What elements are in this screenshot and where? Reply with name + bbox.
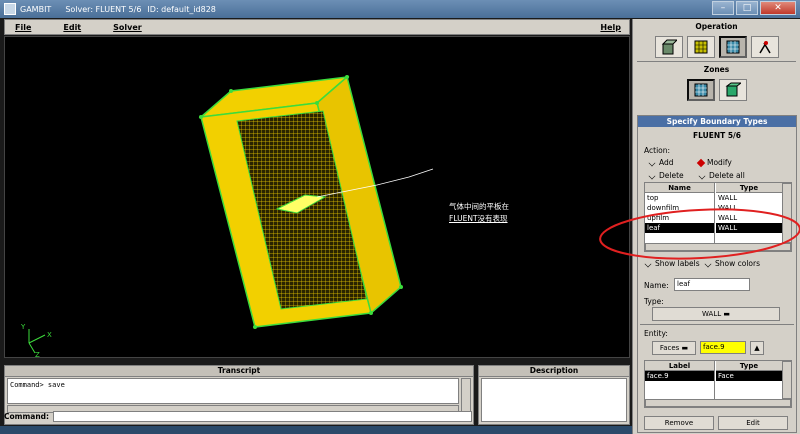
col-entity-type-header: Type xyxy=(716,361,782,371)
description-panel: Description xyxy=(478,365,630,425)
menu-help[interactable]: Help xyxy=(600,23,621,32)
delete-all-label: Delete all xyxy=(709,171,745,180)
table-row-name-selected[interactable]: leaf xyxy=(645,223,714,233)
axis-x-label: X xyxy=(47,331,52,339)
modify-radio[interactable]: Modify xyxy=(696,158,732,167)
edit-button[interactable]: Edit xyxy=(718,416,788,430)
entity-value: Faces xyxy=(659,344,680,352)
continuum-types-icon[interactable] xyxy=(718,79,747,101)
table-row-type[interactable]: WALL xyxy=(716,203,782,213)
menu-solver[interactable]: Solver xyxy=(113,23,142,32)
check-icon xyxy=(648,159,656,166)
type-label: Type: xyxy=(644,297,664,306)
specify-boundary-header: Specify Boundary Types xyxy=(638,116,796,127)
zones-title: Zones xyxy=(703,65,730,74)
axis-triad xyxy=(28,329,46,354)
gambit-logo-icon xyxy=(4,3,16,15)
annotation-text: 气体中间的平板在 FLUENT没有表现 xyxy=(449,201,509,225)
selected-diamond-icon xyxy=(696,158,706,167)
delete-radio[interactable]: Delete xyxy=(648,171,684,180)
close-button[interactable]: ✕ xyxy=(760,1,796,15)
dropdown-icon: ▬ xyxy=(681,344,689,352)
transcript-text: Command> save xyxy=(7,378,459,404)
geometry-icon[interactable] xyxy=(654,36,683,58)
solver-label: Solver: FLUENT 5/6 xyxy=(65,4,142,14)
show-labels-label: Show labels xyxy=(655,259,700,268)
entity-label: Entity: xyxy=(644,329,668,338)
maximize-button[interactable]: □ xyxy=(736,1,758,15)
annotation-line-1: 气体中间的平板在 xyxy=(449,202,509,211)
pick-up-arrow-icon[interactable]: ▲ xyxy=(750,341,764,355)
show-colors-label: Show colors xyxy=(715,259,760,268)
remove-button[interactable]: Remove xyxy=(644,416,714,430)
menu-bar: File Edit Solver Help xyxy=(4,19,630,35)
action-label: Action: xyxy=(644,146,671,155)
table-row-name[interactable]: top xyxy=(645,193,714,203)
entity-vscroll[interactable] xyxy=(782,361,792,399)
operation-title: Operation xyxy=(695,22,738,31)
control-panel: Operation Zones Specify Boundary Types F… xyxy=(632,19,800,434)
check-icon xyxy=(698,172,706,179)
dropdown-icon: ▬ xyxy=(723,310,730,318)
axis-y-label: Y xyxy=(20,323,26,331)
table-row-type-selected[interactable]: WALL xyxy=(716,223,782,233)
col-label-header: Label xyxy=(645,361,714,371)
table-hscroll[interactable] xyxy=(645,243,791,251)
modify-label: Modify xyxy=(707,158,732,167)
show-labels-check[interactable]: Show labels xyxy=(644,259,700,268)
zones-toolbar xyxy=(633,79,800,101)
entity-row-type[interactable]: Face xyxy=(716,371,782,381)
type-value: WALL xyxy=(702,310,722,318)
table-row-type[interactable]: WALL xyxy=(716,193,782,203)
entity-pick-field[interactable]: face.9 xyxy=(700,341,746,354)
table-row-name[interactable]: upfilm xyxy=(645,213,714,223)
col-name-header: Name xyxy=(645,183,714,193)
mesh-model: X Y Z xyxy=(20,75,434,359)
delete-label: Delete xyxy=(659,171,684,180)
name-label: Name: xyxy=(644,281,669,290)
menu-file[interactable]: File xyxy=(15,23,31,32)
show-colors-check[interactable]: Show colors xyxy=(704,259,760,268)
annotation-line-2: FLUENT没有表现 xyxy=(449,214,508,223)
add-label: Add xyxy=(659,158,674,167)
specify-boundary-panel: Specify Boundary Types FLUENT 5/6 Action… xyxy=(637,115,797,433)
command-row: Command: xyxy=(4,410,472,422)
command-label: Command: xyxy=(4,411,50,421)
graphics-viewport[interactable]: X Y Z 气体中间的平板在 FLUENT没有表现 xyxy=(4,36,630,359)
boundary-types-icon[interactable] xyxy=(686,79,715,101)
id-label: ID: default_id828 xyxy=(147,4,216,14)
check-icon xyxy=(648,172,656,179)
col-type-header: Type xyxy=(716,183,782,193)
tools-icon[interactable] xyxy=(750,36,779,58)
boundary-table[interactable]: Name top downfilm upfilm leaf Type WALL … xyxy=(644,182,792,252)
entity-table[interactable]: Label face.9 Type Face xyxy=(644,360,792,408)
entity-row-label[interactable]: face.9 xyxy=(645,371,714,381)
transcript-title: Transcript xyxy=(5,366,473,377)
table-vscroll[interactable] xyxy=(782,183,792,243)
check-icon xyxy=(644,260,652,267)
description-box xyxy=(481,378,627,422)
entity-hscroll[interactable] xyxy=(645,399,791,407)
divider xyxy=(640,324,794,325)
title-bar: GAMBIT Solver: FLUENT 5/6 ID: default_id… xyxy=(0,0,800,18)
check-icon xyxy=(704,260,712,267)
type-dropdown[interactable]: WALL ▬ xyxy=(652,307,780,321)
add-radio[interactable]: Add xyxy=(648,158,674,167)
solver-name: FLUENT 5/6 xyxy=(692,131,742,140)
menu-edit[interactable]: Edit xyxy=(63,23,81,32)
table-row-type[interactable]: WALL xyxy=(716,213,782,223)
mesh-icon[interactable] xyxy=(686,36,715,58)
command-input[interactable] xyxy=(53,410,472,422)
minimize-button[interactable]: – xyxy=(712,1,734,15)
name-field[interactable]: leaf xyxy=(674,278,750,291)
table-row-name[interactable]: downfilm xyxy=(645,203,714,213)
app-name: GAMBIT xyxy=(20,4,52,14)
zones-icon[interactable] xyxy=(718,36,747,58)
transcript-line: Command> save xyxy=(10,381,65,389)
delete-all-radio[interactable]: Delete all xyxy=(698,171,745,180)
operation-toolbar xyxy=(633,36,800,58)
axis-z-label: Z xyxy=(35,351,40,359)
entity-dropdown[interactable]: Faces ▬ xyxy=(652,341,696,355)
description-title: Description xyxy=(479,366,629,377)
